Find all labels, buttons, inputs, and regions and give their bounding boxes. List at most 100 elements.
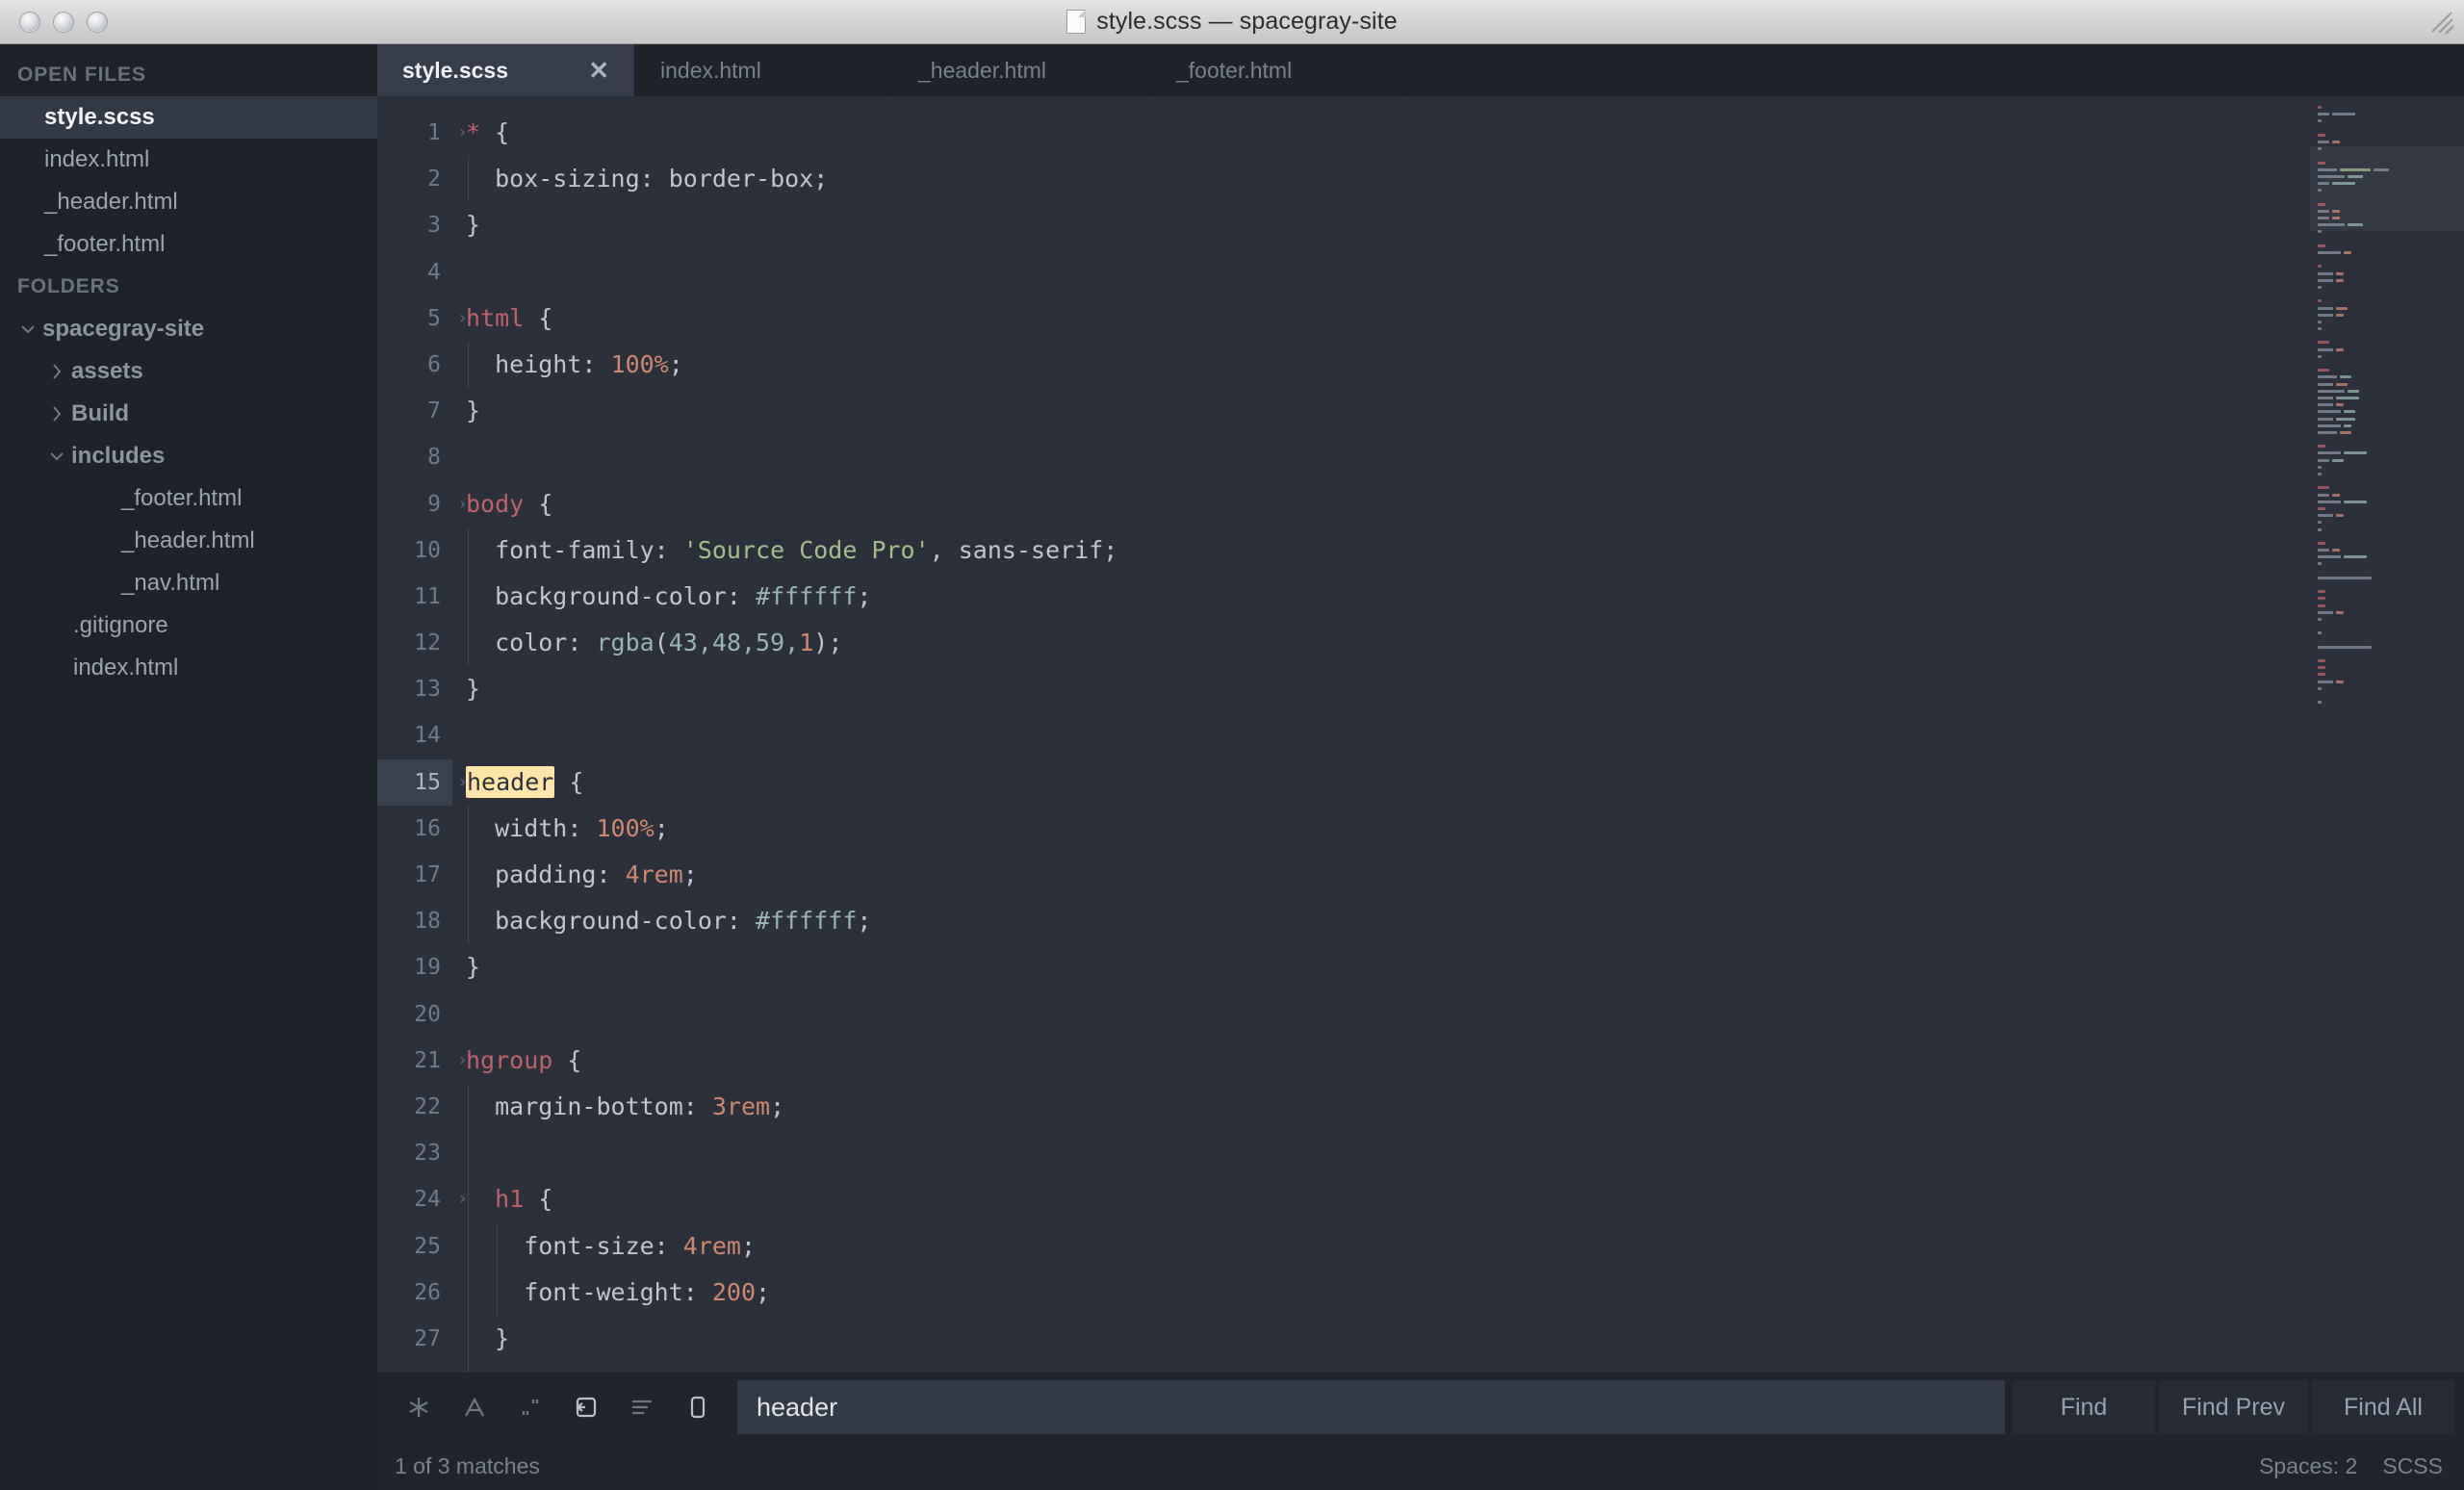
code-line[interactable]: html { [466,295,2310,342]
code-line[interactable]: background-color: #ffffff; [466,898,2310,944]
code-line[interactable]: font-size: 4rem; [466,1223,2310,1270]
chevron-down-icon[interactable] [17,319,42,340]
chevron-right-icon[interactable] [46,403,71,424]
minimap-token [2318,494,2329,497]
code-line[interactable]: box-sizing: border-box; [466,156,2310,202]
title-bar: style.scss — spacegray-site [0,0,2464,44]
find-button[interactable]: Find [2013,1380,2155,1434]
search-input[interactable] [737,1380,2005,1434]
find-prev-button[interactable]: Find Prev [2159,1380,2308,1434]
chevron-down-icon[interactable] [46,446,71,467]
code-line[interactable] [466,434,2310,480]
code-line[interactable]: margin-bottom: 3rem; [466,1084,2310,1130]
minimap-token [2336,418,2355,421]
code-line[interactable]: hgroup { [466,1038,2310,1084]
code-line[interactable]: font-family: 'Source Code Pro', sans-ser… [466,527,2310,574]
minimap-token [2318,681,2333,683]
chevron-right-icon[interactable] [46,361,71,382]
minimap-token [2318,134,2325,137]
code-line[interactable]: font-weight: 200; [466,1270,2310,1316]
code-line[interactable]: } [466,666,2310,712]
tab-index-html[interactable]: index.html [635,44,893,96]
wrap-icon[interactable] [558,1379,614,1435]
sidebar-item-includes[interactable]: includes [0,435,377,477]
minimap-token [2332,494,2340,497]
status-item[interactable]: Spaces: 2 [2259,1453,2357,1479]
sidebar-item-style-scss[interactable]: style.scss [0,96,377,139]
minimap-token [2318,162,2325,165]
close-icon[interactable]: ✕ [588,58,609,83]
window-title-group: style.scss — spacegray-site [0,0,2464,43]
tab-style-scss[interactable]: style.scss✕ [377,44,635,96]
indent-guide [468,527,469,574]
find-all-button[interactable]: Find All [2312,1380,2454,1434]
minimap-line [2318,415,2454,422]
code-line[interactable]: * { [466,110,2310,156]
sidebar-item-footer-html[interactable]: _footer.html [0,477,377,520]
line-number: 6 [377,342,452,388]
code-line[interactable] [466,1130,2310,1176]
highlight-icon[interactable] [670,1379,726,1435]
minimap-line [2318,373,2454,380]
code-content[interactable]: * { box-sizing: border-box;} html { heigh… [452,96,2310,1373]
case-sensitive-icon[interactable] [447,1379,502,1435]
code-line[interactable] [466,991,2310,1038]
sidebar-item-footer-html[interactable]: _footer.html [0,223,377,266]
code-token: 4rem [626,861,683,888]
code-line[interactable]: padding: 4rem; [466,852,2310,898]
sidebar-item-assets[interactable]: assets [0,350,377,393]
code-token: #ffffff [756,907,857,935]
minimap-token [2318,555,2341,558]
code-line[interactable]: h1 { [466,1176,2310,1222]
tab-header-html[interactable]: _header.html [893,44,1151,96]
code-line[interactable]: height: 100%; [466,342,2310,388]
sidebar-item-build[interactable]: Build [0,393,377,435]
sidebar-item-label: _nav.html [121,570,219,597]
minimap-line [2318,132,2454,139]
sidebar-item-gitignore[interactable]: .gitignore [0,604,377,647]
minimize-button[interactable] [53,12,74,33]
line-number: 22 [377,1084,452,1130]
minimap-line [2318,284,2454,291]
sidebar-item-nav-html[interactable]: _nav.html [0,562,377,604]
code-line[interactable]: } [466,202,2310,248]
code-line[interactable]: color: rgba(43,48,59,1); [466,620,2310,666]
minimap-line [2318,671,2454,678]
minimap-token [2318,597,2325,600]
code-line[interactable]: body { [466,481,2310,527]
code-line[interactable] [466,249,2310,295]
code-line[interactable]: background-color: #ffffff; [466,574,2310,620]
close-button[interactable] [19,12,40,33]
zoom-button[interactable] [87,12,108,33]
sidebar-item-header-html[interactable]: _header.html [0,181,377,223]
minimap-line [2318,408,2454,415]
in-selection-icon[interactable] [614,1379,670,1435]
minimap-token [2318,549,2329,552]
minimap-token [2318,514,2333,517]
minimap-line [2318,367,2454,373]
regex-icon[interactable] [391,1379,447,1435]
resize-grip-icon[interactable] [2429,10,2454,35]
sidebar-item-header-html[interactable]: _header.html [0,520,377,562]
whole-word-icon[interactable] [502,1379,558,1435]
code-area[interactable]: 1›2345›6789›101112131415›161718192021›22… [377,96,2464,1373]
tab-footer-html[interactable]: _footer.html [1151,44,1409,96]
code-line[interactable] [466,1362,2310,1373]
code-line[interactable]: } [466,944,2310,990]
code-line[interactable]: width: 100%; [466,806,2310,852]
sidebar-item-index-html[interactable]: index.html [0,647,377,689]
status-item[interactable]: SCSS [2382,1453,2443,1479]
code-line[interactable] [466,712,2310,758]
sidebar-item-index-html[interactable]: index.html [0,139,377,181]
minimap-line [2318,581,2454,588]
minimap-line [2318,512,2454,519]
minimap-token [2332,459,2344,462]
minimap[interactable] [2310,96,2464,1373]
code-line[interactable]: } [466,1316,2310,1362]
minimap-token [2318,604,2325,607]
sidebar-item-spacegray-site[interactable]: spacegray-site [0,308,377,350]
code-line[interactable]: header { [466,759,2310,806]
code-line[interactable]: } [466,388,2310,434]
minimap-token [2318,410,2341,413]
code-token: 100% [596,814,654,842]
